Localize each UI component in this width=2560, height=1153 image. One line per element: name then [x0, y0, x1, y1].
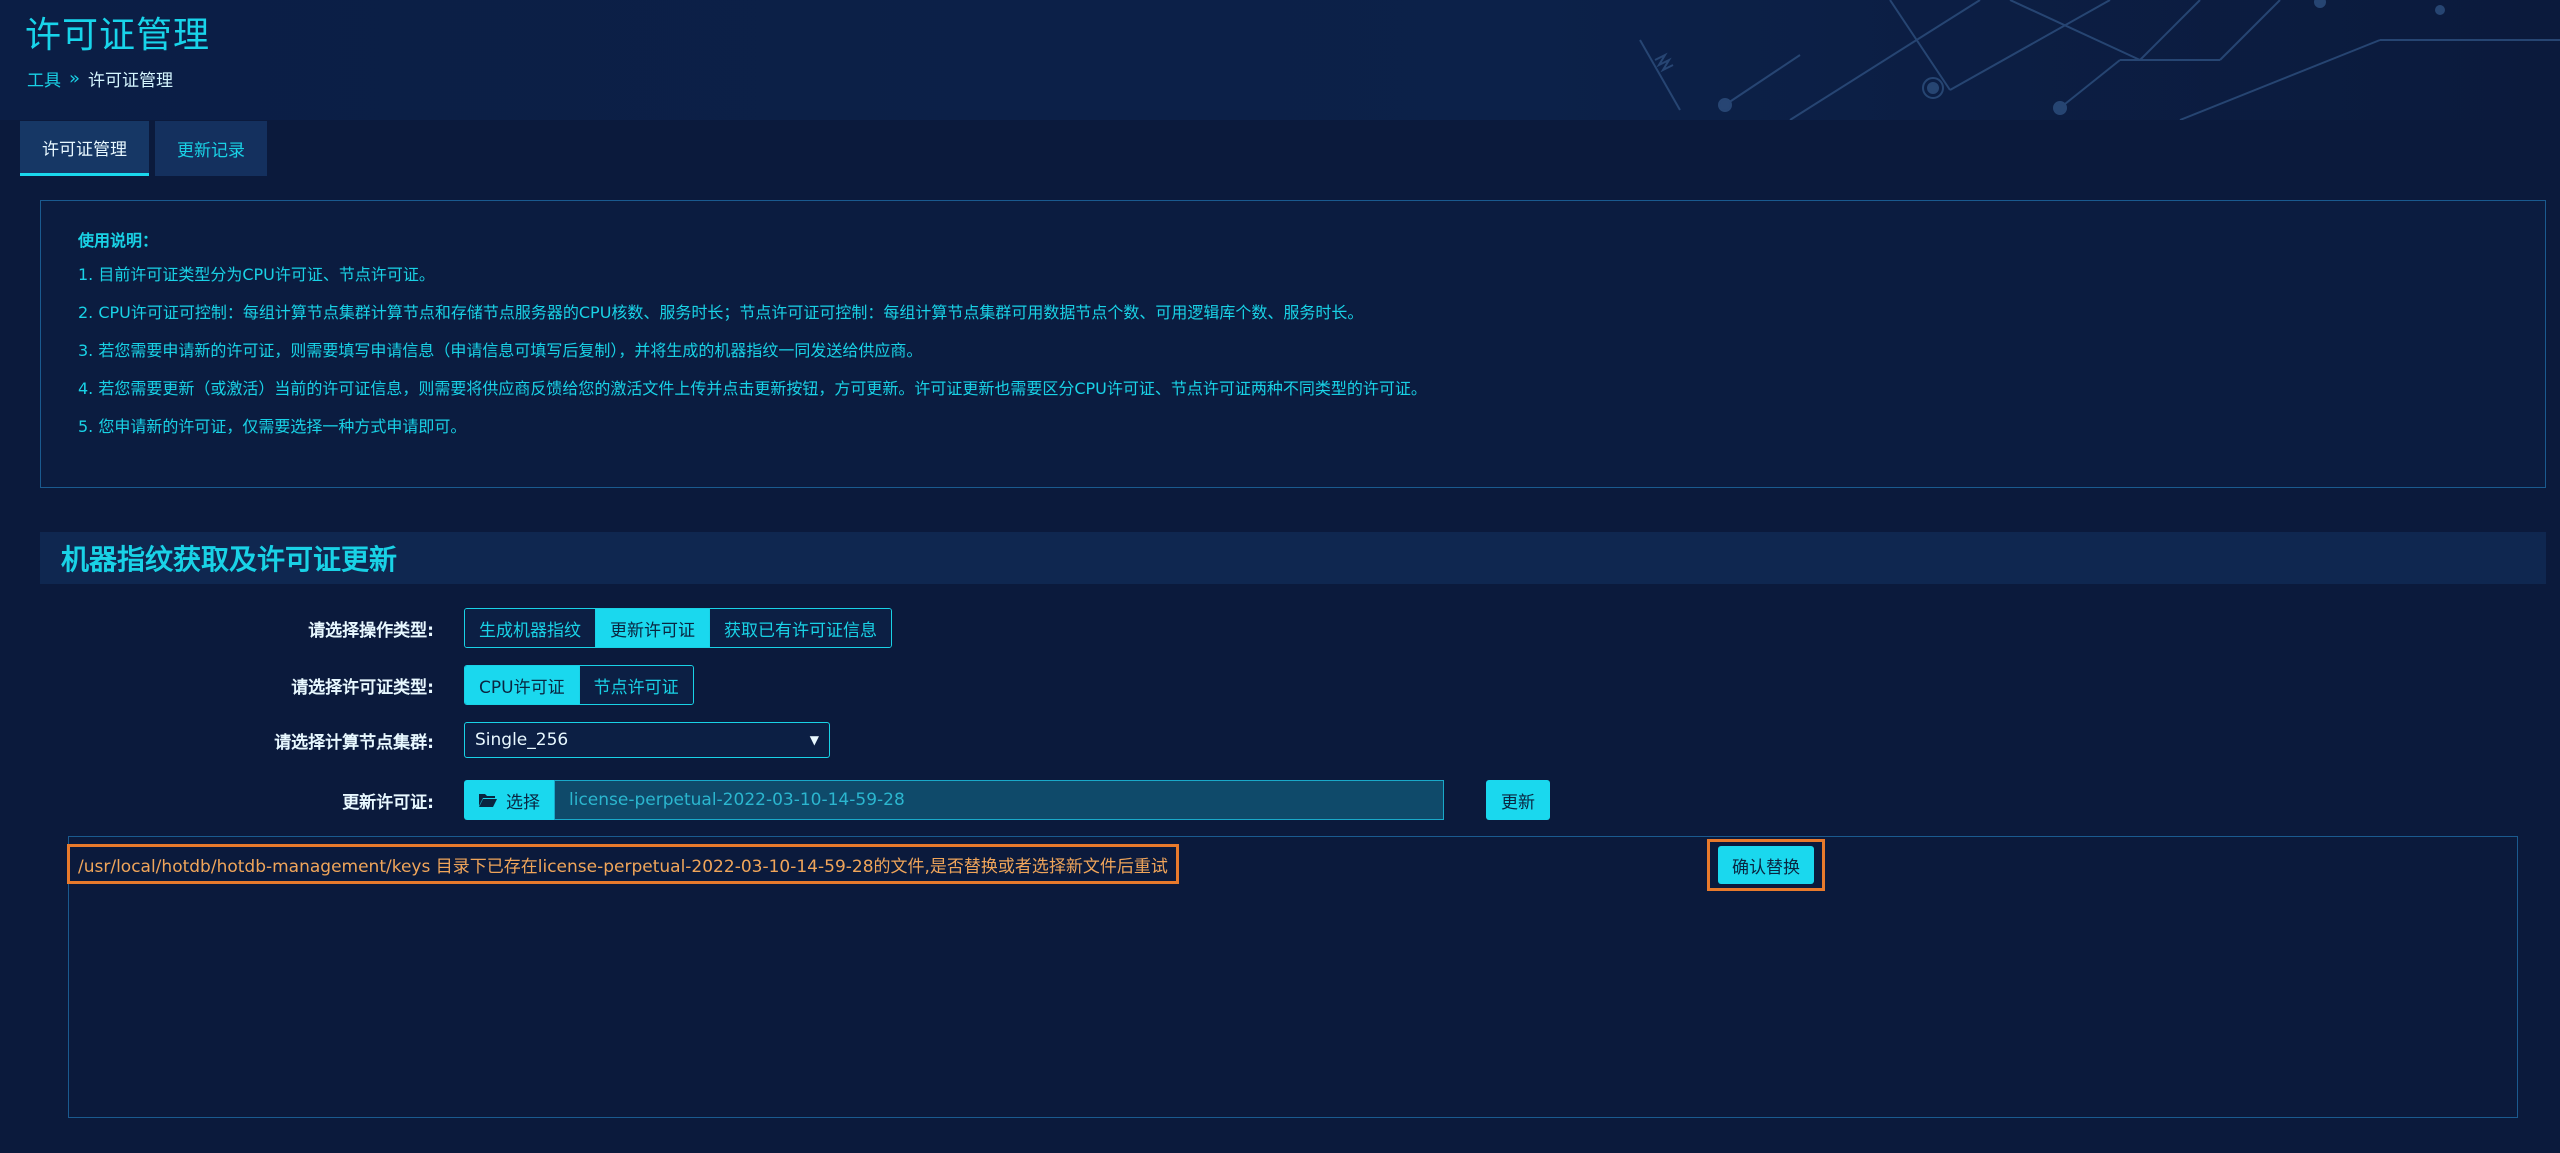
page-header: 许可证管理 工具 » 许可证管理 — [0, 0, 2560, 120]
choose-file-label: 选择 — [506, 792, 540, 813]
circuit-decoration — [1639, 0, 2560, 120]
update-button[interactable]: 更新 — [1486, 780, 1550, 820]
instructions-panel: 使用说明： 1. 目前许可证类型分为CPU许可证、节点许可证。 2. CPU许可… — [40, 200, 2546, 488]
license-type-group: CPU许可证 节点许可证 — [464, 665, 694, 705]
cluster-row: 请选择计算节点集群: Single_256 ▼ — [40, 722, 830, 758]
operation-type-row: 请选择操作类型: 生成机器指纹 更新许可证 获取已有许可证信息 — [40, 608, 892, 648]
page-title: 许可证管理 — [25, 15, 211, 56]
breadcrumb-separator: » — [69, 68, 81, 89]
instruction-line: 2. CPU许可证可控制：每组计算节点集群计算节点和存储节点服务器的CPU核数、… — [78, 303, 1364, 322]
cluster-label: 请选择计算节点集群: — [274, 732, 434, 753]
update-license-row: 更新许可证: 选择 license-perpetual-2022-03-10-1… — [40, 780, 1550, 820]
instructions-title: 使用说明： — [78, 231, 159, 250]
tab-license-management[interactable]: 许可证管理 — [20, 121, 149, 176]
confirm-replace-highlight: 确认替换 — [1707, 839, 1825, 891]
update-license-label: 更新许可证: — [342, 792, 434, 813]
tab-bar: 许可证管理 更新记录 — [20, 121, 267, 176]
option-get-license-info[interactable]: 获取已有许可证信息 — [710, 609, 891, 647]
cluster-select-value: Single_256 — [475, 730, 569, 750]
license-type-label: 请选择许可证类型: — [291, 677, 434, 698]
instruction-line: 3. 若您需要申请新的许可证，则需要填写申请信息（申请信息可填写后复制），并将生… — [78, 341, 923, 360]
instruction-line: 4. 若您需要更新（或激活）当前的许可证信息，则需要将供应商反馈给您的激活文件上… — [78, 379, 1427, 398]
option-cpu-license[interactable]: CPU许可证 — [465, 666, 580, 704]
result-panel: /usr/local/hotdb/hotdb-management/keys 目… — [67, 836, 2518, 1118]
breadcrumb-tools-link[interactable]: 工具 — [27, 66, 61, 91]
fingerprint-license-section: 机器指纹获取及许可证更新 请选择操作类型: 生成机器指纹 更新许可证 获取已有许… — [40, 532, 2546, 1146]
caret-down-icon: ▼ — [809, 733, 819, 747]
license-type-row: 请选择许可证类型: CPU许可证 节点许可证 — [40, 665, 694, 705]
instruction-line: 1. 目前许可证类型分为CPU许可证、节点许可证。 — [78, 265, 435, 284]
confirm-replace-button[interactable]: 确认替换 — [1718, 846, 1814, 884]
section-title: 机器指纹获取及许可证更新 — [40, 532, 2546, 584]
folder-open-icon — [479, 794, 497, 807]
option-node-license[interactable]: 节点许可证 — [579, 666, 693, 704]
page: 许可证管理 工具 » 许可证管理 许可证管理 更新记录 使用说明： 1. 目前许… — [0, 0, 2560, 1153]
option-generate-fingerprint[interactable]: 生成机器指纹 — [465, 609, 596, 647]
instruction-line: 5. 您申请新的许可证，仅需要选择一种方式申请即可。 — [78, 417, 467, 436]
choose-file-button[interactable]: 选择 — [464, 780, 554, 820]
tab-update-records[interactable]: 更新记录 — [155, 121, 267, 176]
breadcrumb: 工具 » 许可证管理 — [27, 66, 173, 91]
file-exists-message: /usr/local/hotdb/hotdb-management/keys 目… — [67, 844, 1179, 884]
option-update-license[interactable]: 更新许可证 — [596, 609, 710, 647]
operation-type-group: 生成机器指纹 更新许可证 获取已有许可证信息 — [464, 608, 892, 648]
operation-type-label: 请选择操作类型: — [308, 620, 434, 641]
cluster-select[interactable]: Single_256 ▼ — [464, 722, 830, 758]
breadcrumb-current: 许可证管理 — [88, 71, 174, 91]
selected-file-name: license-perpetual-2022-03-10-14-59-28 — [554, 780, 1444, 820]
